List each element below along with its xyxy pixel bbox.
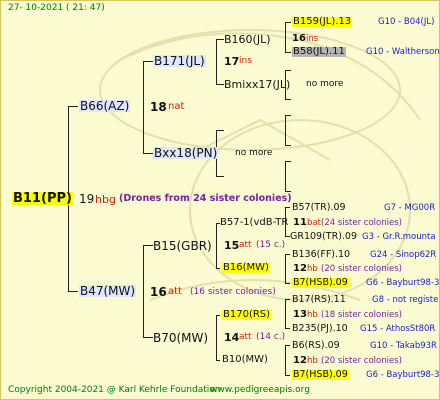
b16-type: hb — [307, 264, 318, 274]
b160-year: 16 — [292, 33, 306, 44]
b235-code: B235(PJ).10 — [292, 323, 348, 334]
sire-queen: B66(AZ) — [79, 99, 131, 113]
dam-year: 16 — [150, 285, 167, 299]
dam-queen: B47(MW) — [79, 284, 137, 298]
b58-code: B58(JL).11 — [292, 46, 346, 57]
b170-queen: B170(RS) — [222, 309, 272, 320]
b15-type: att — [239, 240, 252, 250]
b17-info: G8 - not registe — [372, 295, 439, 305]
footer-url[interactable]: www.pedigreeapis.org — [210, 386, 310, 395]
b10-type: hb — [307, 356, 318, 366]
b159-code: B159(JL).13 — [292, 16, 353, 27]
b16-queen: B16(MW) — [222, 262, 270, 273]
bxx18-queen: Bxx18(PN) — [153, 146, 219, 160]
gr109-info: G3 - Gr.R.mounta — [362, 232, 436, 242]
b70-type: att — [239, 332, 252, 342]
b57-1-type: bat — [307, 218, 321, 228]
b10-queen: B10(MW) — [222, 354, 268, 365]
b70-note: (14 c.) — [256, 332, 286, 342]
dam-type: att — [168, 286, 182, 297]
b159-info: G10 - B04(JL) — [378, 17, 435, 27]
b136-code: B136(FF).10 — [292, 249, 351, 260]
queen-type: hbg — [95, 193, 116, 206]
b235-info: G15 - AthosSt80R — [360, 324, 436, 334]
b7-lower-info: G6 - Bayburt98-3 — [366, 370, 440, 380]
b57-1-note: (24 sister colonies) — [321, 218, 402, 228]
b170-note: (18 sister colonies) — [321, 310, 402, 320]
b7-upper-info: G6 - Bayburt98-3 — [366, 278, 440, 288]
b57-info: G7 - MG00R — [384, 203, 436, 213]
b15-note: (15 c.) — [256, 240, 286, 250]
b16-year: 12 — [293, 263, 307, 274]
b170-year: 13 — [293, 309, 307, 320]
sire-year: 18 — [150, 100, 167, 114]
queen-drone-note: (Drones from 24 sister colonies) — [119, 193, 292, 204]
sire-type: nat — [168, 101, 185, 112]
b57-1-year: 11 — [293, 217, 307, 228]
b160-queen: B160(JL) — [224, 33, 271, 46]
b160-type: ins — [306, 34, 319, 44]
b70-queen: B70(MW) — [153, 331, 209, 345]
queen-code: B11(PP) — [12, 191, 73, 206]
b6-code: B6(RS).09 — [292, 340, 340, 351]
b10-year: 12 — [293, 355, 307, 366]
bmixx17-no-more: no more — [306, 79, 344, 89]
dam-note: (16 sister colonies) — [190, 287, 276, 297]
b70-year: 14 — [224, 331, 240, 344]
b57-code: B57(TR).09 — [292, 202, 346, 213]
b7-upper-code: B7(HSB).09 — [292, 277, 349, 288]
b58-info: G10 - Waltherson — [366, 47, 440, 57]
bmixx17-queen: Bmixx17(JL) — [224, 78, 291, 91]
b7-lower-code: B7(HSB).09 — [292, 369, 349, 380]
b57-1-queen: B57-1(vdB-TR — [220, 217, 289, 228]
gr109-code: GR109(TR).09 — [290, 231, 358, 242]
b15-queen: B15(GBR) — [153, 239, 212, 253]
bxx18-no-more: no more — [235, 148, 273, 158]
queen-year: 19 — [79, 192, 95, 206]
timestamp: 27- 10-2021 ( 21: 47) — [8, 3, 105, 13]
b16-note: (20 sister colonies) — [321, 264, 402, 274]
b170-type: hb — [307, 310, 318, 320]
b171-queen: B171(JL) — [153, 54, 206, 68]
b136-info: G24 - Sinop62R — [370, 250, 437, 260]
b171-year: 17 — [224, 55, 240, 68]
b17-code: B17(RS).11 — [292, 294, 346, 305]
b15-year: 15 — [224, 239, 240, 252]
b10-note: (20 sister colonies) — [321, 356, 402, 366]
b171-type: ins — [239, 56, 252, 66]
footer-copyright: Copyright 2004-2021 @ Karl Kehrle Founda… — [8, 385, 221, 395]
b6-info: G10 - Takab93R — [370, 341, 437, 351]
